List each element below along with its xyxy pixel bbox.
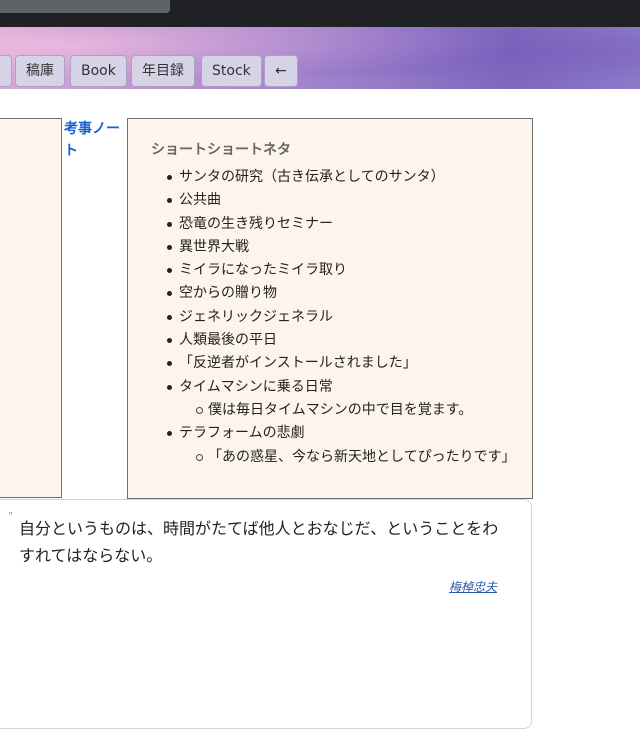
list-item: 公共曲: [150, 189, 516, 212]
list-item: ミイラになったミイラ取り: [150, 259, 516, 282]
ideas-list: サンタの研究（古き伝承としてのサンタ） 公共曲 恐竜の生き残りセミナー 異世界大…: [150, 166, 516, 469]
ideas-panel: ショートショートネタ サンタの研究（古き伝承としてのサンタ） 公共曲 恐竜の生き…: [127, 118, 533, 499]
list-item: 空からの贈り物: [150, 282, 516, 305]
list-item: 「反逆者がインストールされました」: [150, 352, 516, 375]
nav-button-drafts[interactable]: 稿庫: [15, 55, 65, 87]
back-arrow-button[interactable]: ←: [264, 55, 298, 87]
sub-list-item: 「あの惑星、今なら新天地としてぴったりです」: [150, 446, 516, 469]
browser-top-bar: [0, 0, 640, 27]
list-item: 異世界大戦: [150, 236, 516, 259]
list-item: 恐竜の生き残りセミナー: [150, 213, 516, 236]
browser-tab[interactable]: [0, 0, 170, 13]
left-panel: [0, 118, 62, 498]
sub-list-item: 僕は毎日タイムマシンの中で目を覚ます。: [150, 399, 516, 422]
list-item: ジェネリックジェネラル: [150, 306, 516, 329]
notes-link[interactable]: 考事ノート: [64, 118, 124, 162]
nav-button-chronology[interactable]: 年目録: [131, 55, 195, 87]
list-item: タイムマシンに乗る日常: [150, 376, 516, 399]
nav-button-book[interactable]: Book: [70, 55, 127, 87]
list-item: テラフォームの悲劇: [150, 422, 516, 445]
nav-button-stock[interactable]: Stock: [201, 55, 262, 87]
list-item: サンタの研究（古き伝承としてのサンタ）: [150, 166, 516, 189]
ideas-title: ショートショートネタ: [151, 142, 291, 158]
list-item: 人類最後の平日: [150, 329, 516, 352]
quote-text: 自分というものは、時間がたてば他人とおなじだ、ということをわすれてはならない。: [19, 519, 499, 565]
quote-author-link[interactable]: 梅棹忠夫: [449, 578, 497, 595]
nav-button-partial[interactable]: [0, 55, 12, 87]
quote-mark-icon: ”: [8, 511, 14, 522]
